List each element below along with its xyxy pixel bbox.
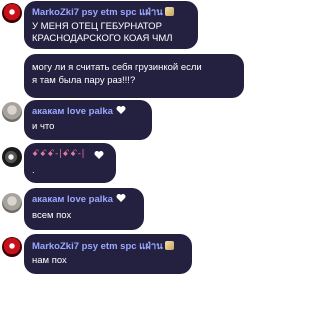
sender-name[interactable]: акакам love palka [32,105,126,117]
sender-name[interactable]: ꗃꗃꗃ-|ꗃꗃ-| [32,149,85,159]
message-text: . [32,165,35,176]
message-bubble[interactable]: могу ли я считать себя грузинкой если я … [24,54,244,98]
heart-icon [116,106,126,114]
user-avatar[interactable] [2,193,22,213]
user-avatar[interactable] [2,3,22,23]
message-text: я там была пару раз!!!? [32,75,136,86]
sender-name[interactable]: MarkoZki7 psy etm spc แฝ่าน [32,239,174,254]
message-bubble[interactable]: MarkoZki7 psy etm spc แฝ่าน нам пох [24,234,192,274]
message-text: могу ли я считать себя грузинкой если [32,62,202,73]
message-bubble[interactable]: ꗃꗃꗃ-|ꗃꗃ-| . [24,143,116,183]
user-avatar[interactable] [2,237,22,257]
message-bubble[interactable]: акакам love palka всем пох [24,188,144,230]
user-avatar[interactable] [2,102,22,122]
sender-name[interactable]: акакам love palka [32,193,126,205]
message-bubble[interactable]: акакам love palka и что [24,100,152,140]
message-text: У МЕНЯ ОТЕЦ ГЕБУРНАТОР [32,21,162,32]
heart-icon [94,151,104,159]
sender-name[interactable]: MarkoZki7 psy etm spc แฝ่าน [32,5,174,20]
message-text: КРАСНОДАРСКОГО КОАЯ ЧМЛ [32,33,173,44]
sender-name-text: акакам love palka [32,106,113,117]
message-text: и что [32,121,55,132]
message-text: всем пох [32,210,72,221]
vip-badge-icon [164,241,174,250]
sender-name-text: акакам love palka [32,194,113,205]
vip-badge-icon [164,7,174,16]
sender-name-text: MarkoZki7 psy etm spc แฝ่าน [32,7,163,18]
message-bubble[interactable]: MarkoZki7 psy etm spc แฝ่าน У МЕНЯ ОТЕЦ … [24,1,198,49]
sender-name-text: MarkoZki7 psy etm spc แฝ่าน [32,241,163,252]
user-avatar[interactable] [2,147,22,167]
heart-icon [116,194,126,202]
message-text: нам пох [32,255,67,266]
